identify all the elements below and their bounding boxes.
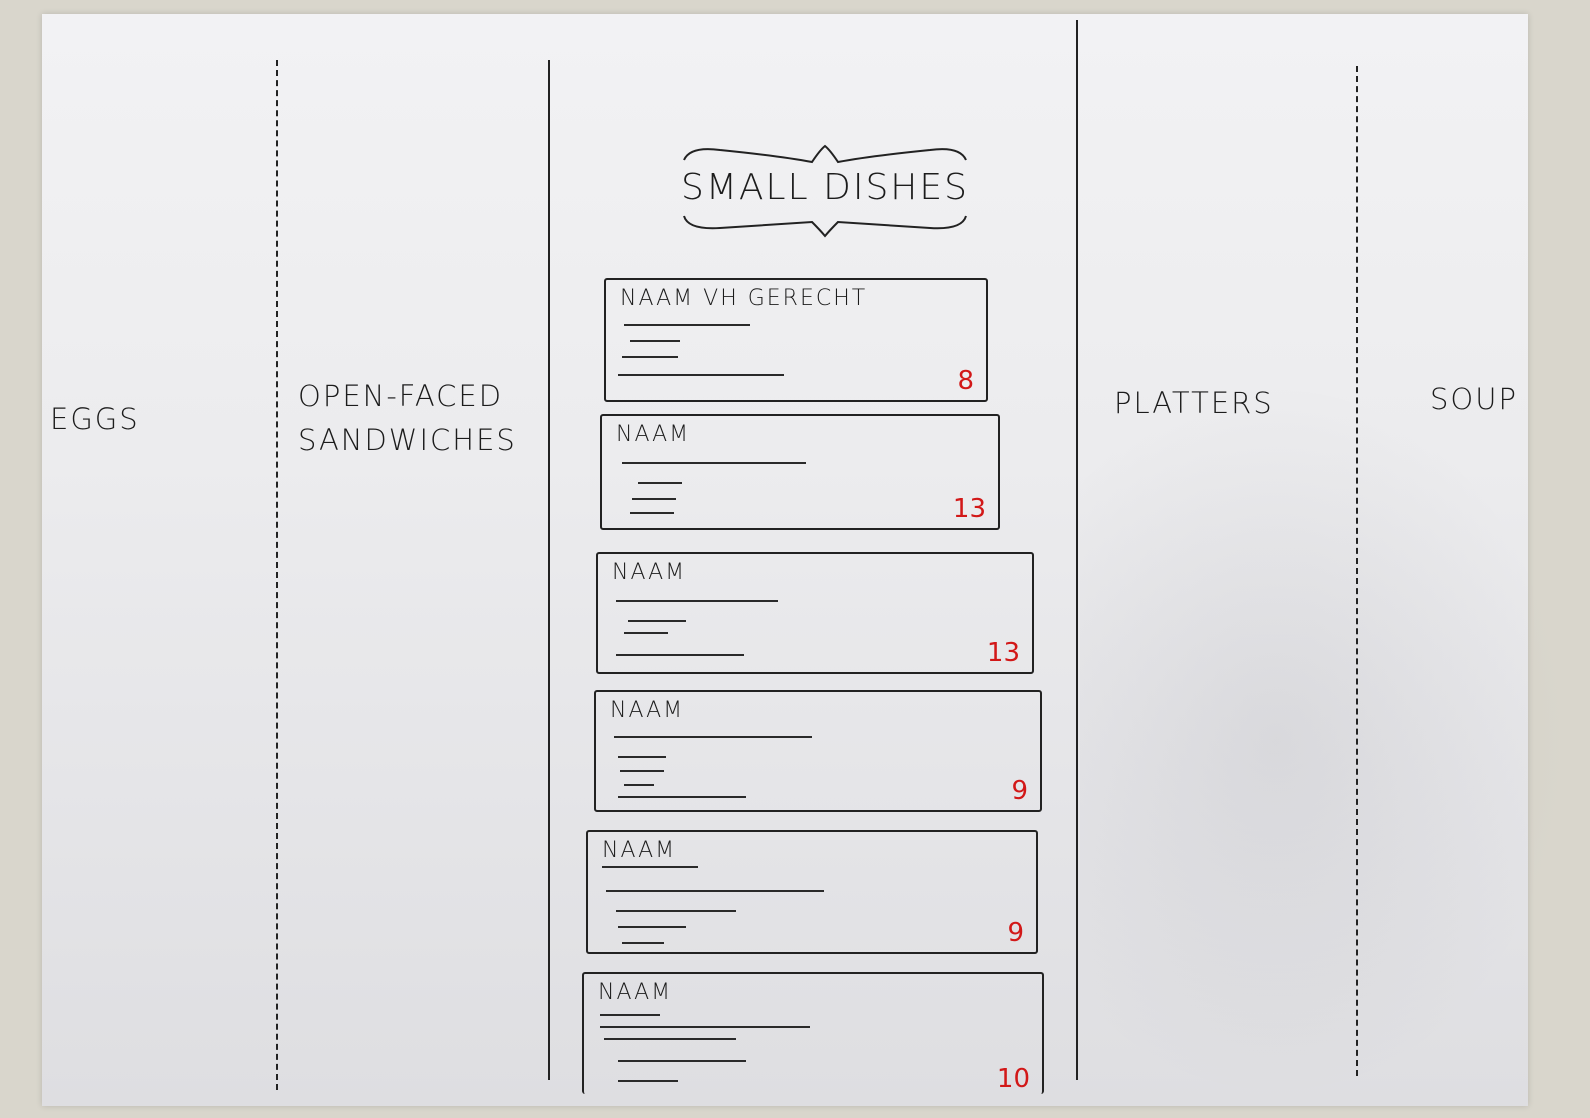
description-line (622, 942, 664, 944)
dish-card-5[interactable]: NAAM 9 (586, 830, 1038, 954)
category-platters[interactable]: PLATTERS (1114, 386, 1274, 420)
description-line (628, 620, 686, 622)
description-line (630, 512, 674, 514)
divider-eggs-openfaced (276, 60, 278, 1090)
description-line (632, 498, 676, 500)
title-brace-bottom (683, 215, 967, 238)
description-line (616, 600, 778, 602)
category-open-faced-line2: SANDWICHES (298, 423, 517, 457)
description-line (622, 356, 678, 358)
description-line (606, 890, 824, 892)
divider-platters-soup (1356, 66, 1358, 1076)
dish-card-4[interactable]: NAAM 9 (594, 690, 1042, 812)
description-line (616, 654, 744, 656)
category-open-faced-line1: OPEN-FACED (298, 379, 504, 413)
dish-name: NAAM (616, 422, 691, 447)
dish-card-3[interactable]: NAAM 13 (596, 552, 1034, 674)
description-line (602, 866, 698, 868)
dish-card-2[interactable]: NAAM 13 (600, 414, 1000, 530)
dish-price: 10 (996, 1064, 1030, 1094)
dish-price: 13 (986, 638, 1020, 668)
description-line (638, 482, 682, 484)
dish-name: NAAM (610, 698, 685, 723)
description-line (624, 632, 668, 634)
dish-price: 9 (1011, 776, 1028, 806)
dish-name: NAAM (598, 980, 673, 1005)
dish-card-1[interactable]: NAAM VH GERECHT 8 (604, 278, 988, 402)
section-title: SMALL DISHES (680, 140, 970, 240)
description-line (622, 462, 806, 464)
description-line (616, 910, 736, 912)
description-line (630, 340, 680, 342)
description-line (620, 770, 664, 772)
description-line (618, 1080, 678, 1082)
description-line (600, 1014, 660, 1016)
divider-left-main (548, 60, 550, 1080)
description-line (624, 324, 750, 326)
category-soup[interactable]: SOUP (1430, 382, 1518, 416)
description-line (618, 756, 666, 758)
description-line (618, 374, 784, 376)
dish-name: NAAM (602, 838, 677, 863)
category-open-faced[interactable]: OPEN-FACED SANDWICHES (298, 374, 517, 462)
description-line (614, 736, 812, 738)
dish-name: NAAM (612, 560, 687, 585)
description-line (618, 1060, 746, 1062)
page-title: SMALL DISHES (681, 167, 969, 208)
description-line (624, 784, 654, 786)
dish-name: NAAM VH GERECHT (620, 286, 868, 311)
description-line (600, 1026, 810, 1028)
dish-card-6[interactable]: NAAM 10 (582, 972, 1044, 1094)
description-line (618, 796, 746, 798)
category-eggs[interactable]: EGGS (50, 402, 140, 436)
description-line (618, 926, 686, 928)
divider-right-main (1076, 20, 1078, 1080)
dish-price: 8 (957, 366, 974, 396)
sketch-page: EGGS OPEN-FACED SANDWICHES PLATTERS SOUP… (0, 0, 1590, 1118)
dish-price: 9 (1007, 918, 1024, 948)
description-line (604, 1038, 736, 1040)
dish-price: 13 (952, 494, 986, 524)
